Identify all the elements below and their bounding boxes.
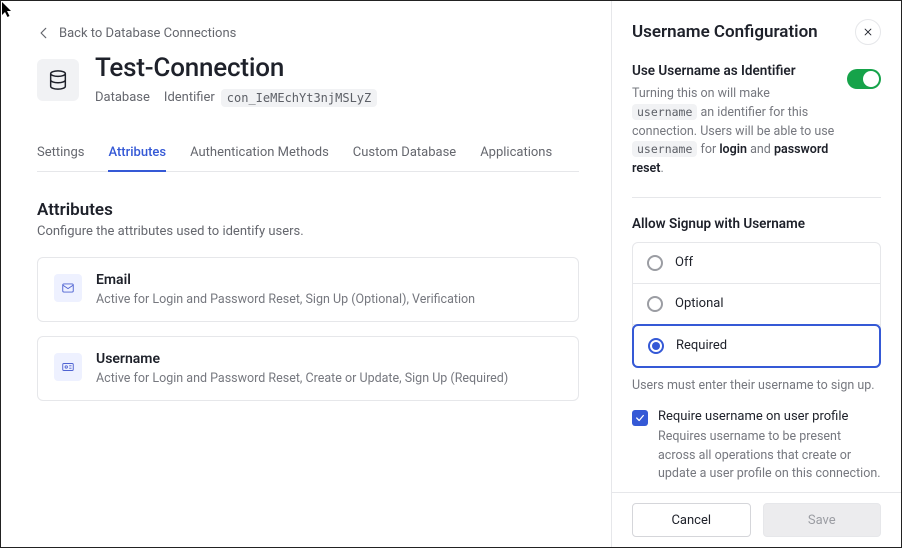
- tab-custom-database[interactable]: Custom Database: [353, 135, 456, 171]
- save-button[interactable]: Save: [763, 503, 882, 537]
- require-profile-checkbox[interactable]: [632, 410, 648, 426]
- radio-icon: [648, 338, 664, 354]
- identifier-value: con_IeMEchYt3njMSLyZ: [221, 89, 378, 107]
- back-link-label: Back to Database Connections: [59, 26, 236, 41]
- signup-note: Users must enter their username to sign …: [632, 378, 881, 393]
- tab-attributes[interactable]: Attributes: [108, 135, 166, 172]
- tabs: Settings Attributes Authentication Metho…: [37, 135, 579, 172]
- require-profile-desc: Requires username to be present across a…: [658, 428, 881, 484]
- radio-label: Off: [675, 255, 693, 270]
- radio-label: Optional: [675, 296, 723, 311]
- panel-title: Username Configuration: [632, 22, 818, 42]
- attribute-card-email[interactable]: Email Active for Login and Password Rese…: [37, 257, 579, 322]
- card-title: Username: [96, 351, 508, 367]
- signup-option-off[interactable]: Off: [633, 243, 880, 284]
- arrow-left-icon: [37, 26, 51, 40]
- identifier-toggle[interactable]: [847, 69, 881, 89]
- connection-type: Database: [95, 90, 150, 105]
- identifier-title: Use Username as Identifier: [632, 63, 837, 79]
- page-title: Test-Connection: [95, 53, 377, 83]
- require-profile-label: Require username on user profile: [658, 409, 881, 424]
- signup-title: Allow Signup with Username: [632, 216, 881, 232]
- check-icon: [635, 413, 645, 423]
- section-title: Attributes: [37, 200, 579, 220]
- signup-radio-group: Off Optional Required: [632, 242, 881, 368]
- card-title: Email: [96, 272, 475, 288]
- card-desc: Active for Login and Password Reset, Cre…: [96, 371, 508, 386]
- main-content: Back to Database Connections Test-Connec…: [1, 1, 611, 547]
- radio-icon: [647, 296, 663, 312]
- signup-option-optional[interactable]: Optional: [633, 284, 880, 325]
- signup-option-required[interactable]: Required: [632, 324, 881, 368]
- username-config-panel: Username Configuration Use Username as I…: [611, 1, 901, 547]
- email-icon: [54, 274, 82, 302]
- identifier-label: Identifier: [164, 90, 215, 105]
- radio-label: Required: [676, 338, 727, 353]
- tab-auth-methods[interactable]: Authentication Methods: [190, 135, 329, 171]
- tab-settings[interactable]: Settings: [37, 135, 84, 171]
- connection-header: Test-Connection Database Identifier con_…: [37, 53, 579, 107]
- id-card-icon: [54, 353, 82, 381]
- attribute-card-username[interactable]: Username Active for Login and Password R…: [37, 336, 579, 401]
- tab-applications[interactable]: Applications: [480, 135, 552, 171]
- back-link[interactable]: Back to Database Connections: [37, 26, 236, 41]
- database-icon: [37, 59, 79, 101]
- close-icon: [863, 27, 873, 37]
- card-desc: Active for Login and Password Reset, Sig…: [96, 292, 475, 307]
- section-desc: Configure the attributes used to identif…: [37, 224, 579, 239]
- close-button[interactable]: [855, 19, 881, 45]
- radio-icon: [647, 255, 663, 271]
- identifier-desc: Turning this on will make username an id…: [632, 85, 837, 179]
- cancel-button[interactable]: Cancel: [632, 503, 751, 537]
